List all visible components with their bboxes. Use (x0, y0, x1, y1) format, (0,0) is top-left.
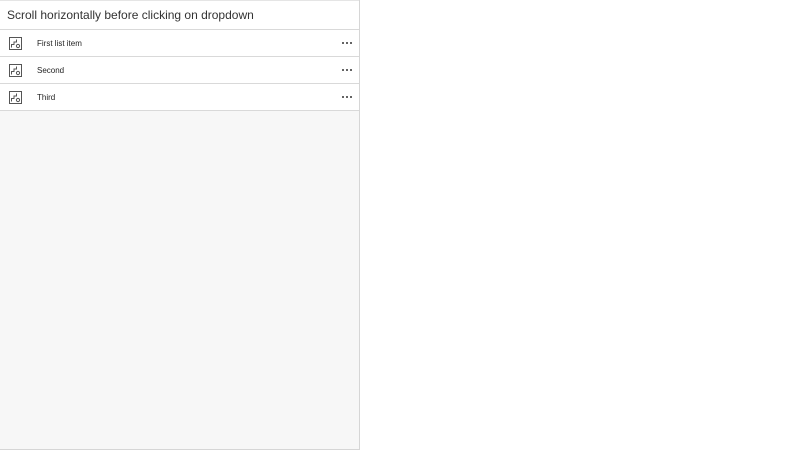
more-horizontal-icon[interactable] (340, 38, 354, 48)
list-item[interactable]: First list item (0, 30, 359, 57)
panel-title: Scroll horizontally before clicking on d… (7, 8, 254, 22)
list-item-label: Second (37, 65, 65, 75)
list-item-label: Third (37, 92, 56, 102)
more-horizontal-icon[interactable] (340, 92, 354, 102)
image-icon (9, 90, 22, 104)
panel-header: Scroll horizontally before clicking on d… (0, 0, 359, 30)
more-horizontal-icon[interactable] (340, 65, 354, 75)
list-item[interactable]: Second (0, 57, 359, 84)
list-panel: Scroll horizontally before clicking on d… (0, 0, 360, 450)
image-icon (9, 63, 22, 77)
list-item-label: First list item (37, 38, 82, 48)
item-list: First list item Second Third (0, 30, 359, 111)
list-item[interactable]: Third (0, 84, 359, 111)
image-icon (9, 36, 22, 50)
